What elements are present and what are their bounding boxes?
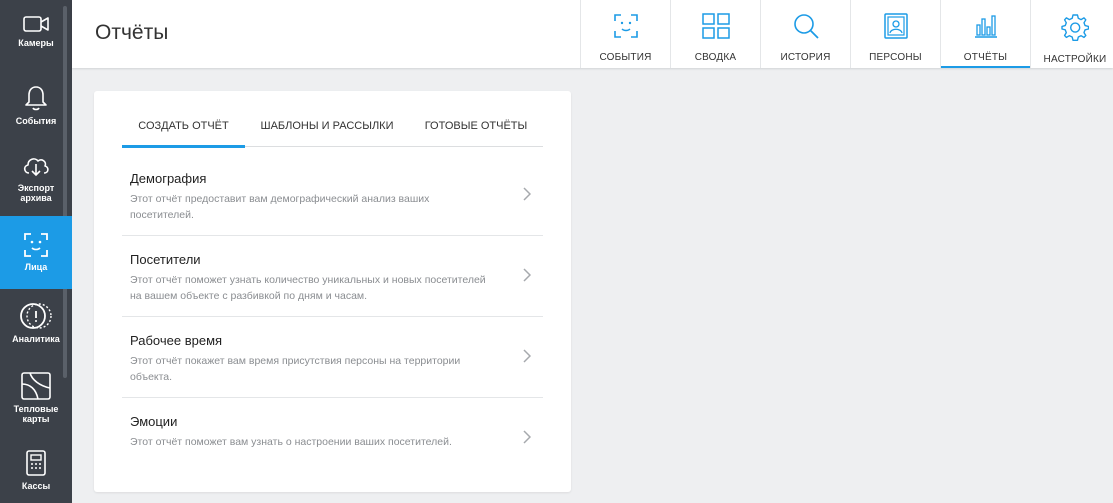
report-title: Посетители — [130, 252, 201, 267]
sidebar-item-label: Лица — [24, 262, 48, 272]
top-nav: СОБЫТИЯ СВОДКА ИСТОРИЯ ПЕРСОНЫ ОТЧЁТЫ НА… — [580, 0, 1113, 68]
report-title: Эмоции — [130, 414, 178, 429]
report-title: Рабочее время — [130, 333, 223, 348]
bell-icon — [24, 84, 48, 112]
sidebar-item-export[interactable]: Экспорт архива — [0, 143, 72, 216]
face-scan-icon — [613, 0, 639, 44]
bar-chart-icon — [973, 0, 999, 44]
cash-register-icon — [24, 449, 48, 477]
tab-ready-reports[interactable]: ГОТОВЫЕ ОТЧЁТЫ — [409, 107, 543, 147]
chevron-right-icon — [523, 430, 532, 449]
sidebar: Камеры События Экспорт архива Лица Анали… — [0, 0, 72, 503]
sidebar-item-label: Аналитика — [12, 334, 60, 344]
nav-label: СОБЫТИЯ — [599, 52, 652, 63]
sidebar-item-events[interactable]: События — [0, 70, 72, 143]
report-description: Этот отчёт покажет вам время присутствия… — [130, 355, 461, 383]
report-item-demography[interactable]: Демография Этот отчёт предоставит вам де… — [122, 155, 543, 236]
heatmap-icon — [20, 372, 52, 400]
sidebar-item-heatmaps[interactable]: Тепловые карты — [0, 362, 72, 435]
chevron-right-icon — [523, 349, 532, 368]
dashboard-icon — [701, 0, 730, 44]
report-item-visitors[interactable]: Посетители Этот отчёт поможет узнать кол… — [122, 236, 543, 317]
nav-reports[interactable]: ОТЧЁТЫ — [940, 0, 1030, 68]
person-card-icon — [883, 0, 908, 44]
report-description: Этот отчёт поможет вам узнать о настроен… — [130, 436, 452, 448]
chevron-right-icon — [523, 268, 532, 287]
sidebar-item-label: Экспорт архива — [17, 183, 55, 203]
sidebar-item-label: Кассы — [21, 481, 51, 491]
nav-label: НАСТРОЙКИ — [1043, 54, 1107, 65]
sidebar-item-label: События — [15, 116, 57, 126]
report-title: Демография — [130, 171, 207, 186]
nav-settings[interactable]: НАСТРОЙКИ — [1030, 0, 1113, 68]
nav-summary[interactable]: СВОДКА — [670, 0, 760, 68]
report-description: Этот отчёт поможет узнать количество уни… — [130, 274, 486, 302]
chevron-right-icon — [523, 187, 532, 206]
nav-label: ОТЧЁТЫ — [963, 52, 1008, 63]
report-item-working-time[interactable]: Рабочее время Этот отчёт покажет вам вре… — [122, 317, 543, 398]
nav-label: СВОДКА — [694, 52, 737, 63]
sidebar-item-cameras[interactable]: Камеры — [0, 0, 72, 70]
page-title: Отчёты — [95, 21, 169, 44]
reports-card: СОЗДАТЬ ОТЧЁТ ШАБЛОНЫ И РАССЫЛКИ ГОТОВЫЕ… — [94, 91, 571, 492]
tab-create-report[interactable]: СОЗДАТЬ ОТЧЁТ — [122, 107, 245, 148]
sidebar-item-analytics[interactable]: Аналитика — [0, 289, 72, 362]
nav-label: ИСТОРИЯ — [780, 52, 831, 63]
nav-label: ПЕРСОНЫ — [869, 52, 922, 63]
report-description: Этот отчёт предоставит вам демографическ… — [130, 193, 430, 221]
sidebar-item-faces[interactable]: Лица — [0, 216, 72, 289]
nav-persons[interactable]: ПЕРСОНЫ — [850, 0, 940, 68]
report-tabs: СОЗДАТЬ ОТЧЁТ ШАБЛОНЫ И РАССЫЛКИ ГОТОВЫЕ… — [122, 107, 543, 148]
top-header: Отчёты СОБЫТИЯ СВОДКА ИСТОРИЯ ПЕРСОНЫ ОТ… — [72, 0, 1113, 68]
report-list: Демография Этот отчёт предоставит вам де… — [122, 155, 543, 479]
gear-icon — [1061, 0, 1090, 46]
analytics-icon — [19, 302, 53, 330]
face-scan-icon — [23, 232, 49, 258]
sidebar-item-label: Тепловые карты — [13, 404, 59, 424]
report-item-emotions[interactable]: Эмоции Этот отчёт поможет вам узнать о н… — [122, 398, 543, 479]
nav-history[interactable]: ИСТОРИЯ — [760, 0, 850, 68]
tab-templates[interactable]: ШАБЛОНЫ И РАССЫЛКИ — [245, 107, 409, 147]
sidebar-item-label: Камеры — [18, 38, 54, 48]
nav-events[interactable]: СОБЫТИЯ — [580, 0, 670, 68]
cloud-download-icon — [21, 153, 51, 179]
camera-icon — [22, 14, 50, 34]
sidebar-item-registers[interactable]: Кассы — [0, 435, 72, 503]
search-icon — [793, 0, 819, 44]
